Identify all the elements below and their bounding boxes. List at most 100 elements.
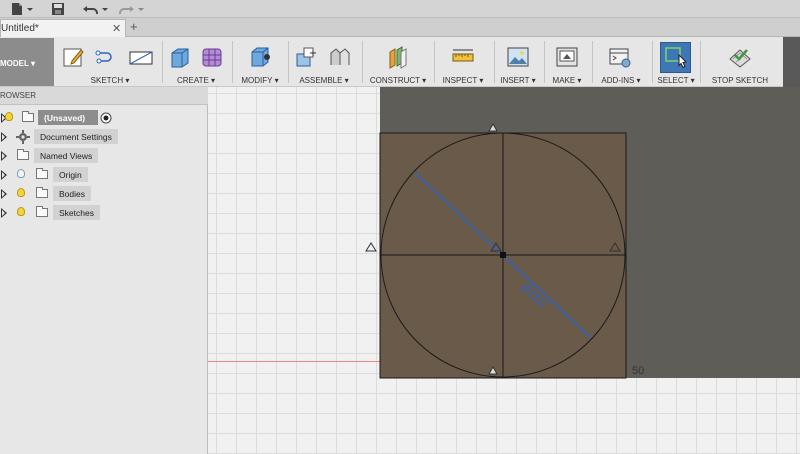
expand-triangle-icon[interactable]: [1, 189, 7, 199]
toolbar-right-edge: [783, 37, 800, 87]
group-label: INSPECT ▾: [442, 76, 484, 85]
activate-radio-icon[interactable]: [100, 112, 112, 124]
group-label: ASSEMBLE ▾: [299, 76, 349, 85]
toolbar-divider: [494, 41, 495, 83]
folder-icon: [17, 149, 29, 160]
browser-header[interactable]: ROWSER: [0, 87, 208, 105]
toolbar-divider: [592, 41, 593, 83]
assemble-group[interactable]: ASSEMBLE ▾: [290, 37, 358, 87]
workspace-label: MODEL ▾: [0, 59, 35, 68]
component-icon: [22, 111, 34, 122]
browser-item-label: Sketches: [53, 205, 100, 220]
gear-icon: [16, 130, 30, 144]
joint-icon[interactable]: [328, 45, 352, 69]
toolbar-divider: [652, 41, 653, 83]
folder-icon: [36, 187, 48, 198]
toolbar-divider: [362, 41, 363, 83]
sketch-geometry[interactable]: Ø150 50: [360, 110, 660, 390]
browser-item-label: Document Settings: [34, 129, 118, 144]
offset-plane-icon[interactable]: [386, 45, 410, 69]
group-label: SKETCH ▾: [90, 76, 130, 85]
tab-untitled[interactable]: Untitled* ✕: [0, 19, 126, 37]
scripts-addins-icon[interactable]: [608, 45, 632, 69]
redo-icon[interactable]: [117, 2, 135, 16]
group-label: ADD-INS ▾: [601, 76, 641, 85]
extrude-icon[interactable]: [168, 45, 192, 69]
group-label: MAKE ▾: [552, 76, 582, 85]
new-component-icon[interactable]: [294, 45, 318, 69]
make-group[interactable]: MAKE ▾: [546, 37, 588, 87]
group-label: CONSTRUCT ▾: [369, 76, 427, 85]
rectangle-icon[interactable]: [128, 45, 154, 69]
create-sketch-icon[interactable]: [62, 45, 86, 69]
x-axis-line: [208, 361, 380, 362]
close-icon[interactable]: ✕: [112, 22, 121, 35]
select-tool-button[interactable]: [660, 42, 691, 73]
toolbar-divider: [162, 41, 163, 83]
add-ins-group[interactable]: ADD-INS ▾: [594, 37, 648, 87]
group-label: INSERT ▾: [500, 76, 536, 85]
fusion-app-window: Untitled* ✕ + MODEL ▾ SKETCH ▾ CREATE ▾ …: [0, 0, 800, 454]
undo-icon[interactable]: [82, 2, 100, 16]
group-label: CREATE ▾: [176, 76, 216, 85]
file-icon[interactable]: [10, 2, 24, 16]
insert-image-icon[interactable]: [506, 45, 530, 69]
browser-item-document-settings[interactable]: Document Settings: [0, 128, 208, 145]
browser-item-origin[interactable]: Origin: [0, 166, 208, 183]
save-icon[interactable]: [51, 2, 65, 16]
line-icon[interactable]: [94, 45, 118, 69]
toolbar-divider: [544, 41, 545, 83]
quick-access-toolbar: [0, 0, 800, 18]
tab-label: Untitled*: [1, 23, 39, 34]
visibility-bulb-icon[interactable]: [17, 207, 25, 216]
toolbar-divider: [288, 41, 289, 83]
group-label: STOP SKETCH: [711, 76, 769, 85]
toolbar-divider: [700, 41, 701, 83]
center-point[interactable]: [500, 252, 506, 258]
browser-panel: ROWSER (Unsaved) Document Settings Named…: [0, 87, 208, 454]
browser-item-bodies[interactable]: Bodies: [0, 185, 208, 202]
expand-triangle-icon[interactable]: [1, 151, 7, 161]
chevron-down-icon[interactable]: [101, 2, 109, 16]
visibility-bulb-icon[interactable]: [17, 188, 25, 197]
construct-group[interactable]: CONSTRUCT ▾: [366, 37, 430, 87]
browser-title: ROWSER: [0, 91, 36, 100]
browser-item-named-views[interactable]: Named Views: [0, 147, 208, 164]
press-pull-icon[interactable]: [248, 45, 272, 69]
visibility-bulb-icon[interactable]: [5, 112, 13, 121]
browser-item-sketches[interactable]: Sketches: [0, 204, 208, 221]
insert-group[interactable]: INSERT ▾: [496, 37, 540, 87]
stop-sketch-icon[interactable]: [728, 45, 752, 69]
create-group[interactable]: CREATE ▾: [164, 37, 228, 87]
document-tab-strip: Untitled* ✕ +: [0, 18, 800, 37]
form-icon[interactable]: [200, 45, 224, 69]
folder-icon: [36, 206, 48, 217]
browser-item-label: Origin: [53, 167, 88, 182]
toolbar-divider: [232, 41, 233, 83]
3d-print-icon[interactable]: [555, 45, 579, 69]
stop-sketch-button[interactable]: STOP SKETCH: [704, 37, 776, 87]
constraint-marker-top: [488, 122, 498, 132]
workspace-switcher[interactable]: MODEL ▾: [0, 38, 54, 86]
group-label: MODIFY ▾: [241, 76, 279, 85]
measure-icon[interactable]: [451, 45, 475, 69]
toolbar-divider: [434, 41, 435, 83]
expand-triangle-icon[interactable]: [1, 170, 7, 180]
new-tab-icon[interactable]: +: [130, 19, 138, 34]
browser-root-row[interactable]: (Unsaved): [0, 109, 208, 126]
browser-item-label: Bodies: [53, 186, 91, 201]
expand-triangle-icon[interactable]: [1, 132, 7, 142]
expand-triangle-icon[interactable]: [1, 208, 7, 218]
group-label: SELECT ▾: [657, 76, 695, 85]
chevron-down-icon[interactable]: [137, 2, 145, 16]
edge-dimension-label[interactable]: 50: [632, 365, 644, 377]
inspect-group[interactable]: INSPECT ▾: [436, 37, 490, 87]
visibility-bulb-icon[interactable]: [17, 169, 25, 178]
constraint-marker-left: [365, 242, 377, 252]
folder-icon: [36, 168, 48, 179]
browser-item-label: Named Views: [34, 148, 99, 163]
modify-group[interactable]: MODIFY ▾: [236, 37, 284, 87]
root-label[interactable]: (Unsaved): [38, 110, 98, 125]
chevron-down-icon[interactable]: [26, 2, 34, 16]
sketch-group[interactable]: SKETCH ▾: [58, 37, 162, 87]
